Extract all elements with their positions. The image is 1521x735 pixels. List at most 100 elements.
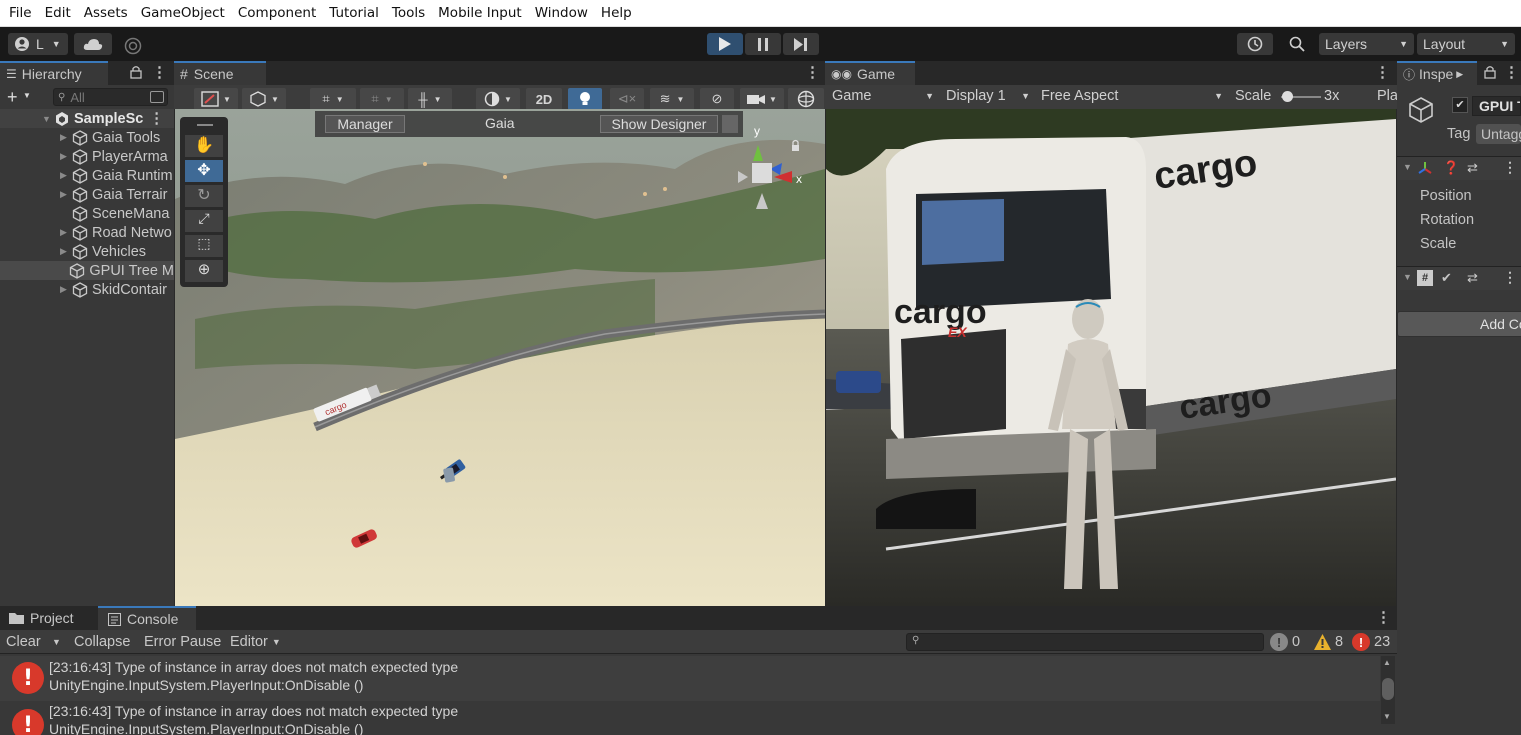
rect-tool-icon[interactable]: ⬚ (185, 235, 223, 257)
shading-mode-button[interactable]: ▼ (476, 88, 520, 110)
pause-button[interactable] (745, 33, 781, 55)
scene-root-row[interactable]: ▼ SampleSc ⋮ (0, 109, 174, 128)
expand-arrow-icon[interactable]: ▶ (60, 284, 70, 295)
object-name-field[interactable]: GPUI T (1472, 96, 1521, 116)
hierarchy-item[interactable]: ▶ Gaia Tools (0, 128, 174, 147)
grid-snap-button[interactable]: ⌗ ▼ (310, 88, 356, 110)
account-dropdown[interactable]: L ▼ (8, 33, 68, 55)
component-header[interactable]: ▼ # ✔ ⇄ ⋮ (1397, 266, 1521, 290)
menu-window[interactable]: Window (528, 0, 594, 27)
effects-button[interactable]: ≋ ▼ (650, 88, 694, 110)
collapse-arrow-icon[interactable]: ▼ (1403, 162, 1412, 172)
layers-dropdown[interactable]: Layers ▼ (1319, 33, 1414, 55)
collapse-toggle[interactable]: Collapse (74, 630, 130, 654)
camera-button[interactable]: ▼ (740, 88, 784, 110)
tab-game[interactable]: ◉◉ Game (825, 61, 915, 85)
console-search-input[interactable]: ⚲ (906, 633, 1264, 651)
expand-arrow-icon[interactable]: ▶ (60, 151, 70, 162)
hierarchy-item[interactable]: ▶ Vehicles (0, 242, 174, 261)
gizmos-button[interactable] (788, 88, 824, 110)
move-tool-icon[interactable]: ✥ (185, 160, 223, 182)
console-scrollbar[interactable]: ▲ ▼ (1381, 656, 1395, 724)
menu-edit[interactable]: Edit (38, 0, 77, 27)
step-button[interactable] (783, 33, 819, 55)
menu-tutorial[interactable]: Tutorial (322, 0, 385, 27)
more-options-icon[interactable]: ⋮ (1375, 63, 1390, 81)
scroll-up-icon[interactable]: ▲ (1383, 658, 1391, 667)
tab-project[interactable]: Project (0, 606, 98, 630)
hierarchy-item[interactable]: ▶ Gaia Terrair (0, 185, 174, 204)
expand-arrow-icon[interactable]: ▼ (42, 114, 52, 124)
menu-component[interactable]: Component (231, 0, 322, 27)
preset-icon[interactable]: ⇄ (1467, 160, 1478, 176)
hierarchy-search-input[interactable]: ⚲ All (53, 88, 168, 106)
collab-icon[interactable] (124, 37, 142, 55)
scrollbar-thumb[interactable] (1382, 678, 1394, 700)
hierarchy-item[interactable]: ▶ Gaia Runtim (0, 166, 174, 185)
preset-icon[interactable]: ⇄ (1467, 270, 1478, 286)
hierarchy-item[interactable]: ▶ PlayerArma (0, 147, 174, 166)
console-entry[interactable]: ! [23:16:43] Type of instance in array d… (0, 656, 1380, 701)
search-button[interactable] (1279, 33, 1315, 55)
expand-arrow-icon[interactable]: ▶ (60, 189, 70, 200)
menu-help[interactable]: Help (594, 0, 638, 27)
collapse-arrow-icon[interactable]: ▼ (1403, 272, 1412, 282)
toggle-2d-button[interactable]: 2D (526, 88, 562, 110)
info-count-toggle[interactable]: ! 0 (1270, 630, 1300, 654)
gaia-manager-button[interactable]: Manager (325, 115, 405, 133)
expand-arrow-icon[interactable]: ▶ (60, 246, 70, 257)
layout-dropdown[interactable]: Layout ▼ (1417, 33, 1515, 55)
more-options-icon[interactable]: ⋮ (1504, 63, 1519, 81)
hierarchy-item[interactable]: ▶ Road Netwo (0, 223, 174, 242)
scene-viewport[interactable]: cargo Manager Gaia Show Designer ✋ ✥ ↻ ⤢… (175, 109, 825, 606)
tab-hierarchy[interactable]: ☰ Hierarchy (0, 61, 108, 85)
tab-inspector[interactable]: ⓘ Inspe ▶ (1397, 61, 1477, 85)
hierarchy-item[interactable]: GPUI Tree M (0, 261, 174, 280)
increment-snap-button[interactable]: ⌗ ▼ (360, 88, 404, 110)
scroll-down-icon[interactable]: ▼ (1383, 712, 1391, 721)
active-checkbox[interactable]: ✔ (1452, 97, 1468, 113)
scale-tool-icon[interactable]: ⤢ (185, 210, 223, 232)
hand-tool-icon[interactable]: ✋ (185, 135, 223, 157)
ruler-button[interactable]: ╫ ▼ (408, 88, 452, 110)
lock-icon[interactable] (1484, 65, 1496, 79)
show-designer-button[interactable]: Show Designer (600, 115, 718, 133)
help-icon[interactable]: ❓ (1443, 160, 1459, 176)
filter-icon[interactable] (150, 91, 164, 103)
error-pause-toggle[interactable]: Error Pause (144, 630, 221, 654)
game-viewport[interactable]: cargo EX cargo cargo (826, 109, 1396, 606)
more-options-icon[interactable]: ⋮ (152, 63, 167, 81)
lighting-toggle[interactable] (568, 88, 602, 110)
tag-dropdown[interactable]: Untagged (1476, 124, 1521, 144)
visibility-toggle[interactable]: ⊘ (700, 88, 734, 110)
expand-arrow-icon[interactable]: ▶ (60, 132, 70, 143)
expand-arrow-icon[interactable]: ▶ (60, 170, 70, 181)
aspect-select[interactable]: Free Aspect ▼ (1041, 88, 1223, 104)
more-options-icon[interactable]: ⋮ (1503, 269, 1517, 286)
enabled-checkbox-icon[interactable]: ✔ (1441, 270, 1452, 286)
hierarchy-item[interactable]: ▶ SkidContair (0, 280, 174, 299)
more-options-icon[interactable]: ⋮ (805, 63, 820, 81)
play-button[interactable] (707, 33, 743, 55)
scale-slider-thumb[interactable] (1282, 91, 1293, 102)
transform-tool-icon[interactable]: ⊕ (185, 260, 223, 282)
tab-scene[interactable]: # Scene (174, 61, 266, 85)
cloud-button[interactable] (74, 33, 112, 55)
rotate-tool-icon[interactable]: ↻ (185, 185, 223, 207)
clear-button[interactable]: Clear (6, 630, 41, 654)
chevron-down-icon[interactable]: ▼ (23, 91, 31, 100)
warning-count-toggle[interactable]: 8 (1314, 630, 1343, 654)
draw-mode-button[interactable]: ▼ (194, 88, 238, 110)
expand-arrow-icon[interactable]: ▶ (60, 227, 70, 238)
more-options-icon[interactable]: ⋮ (149, 111, 164, 127)
menu-file[interactable]: File (2, 0, 38, 27)
add-component-button[interactable]: Add Component (1397, 311, 1521, 337)
play-mode-label[interactable]: Pla (1377, 88, 1398, 104)
orientation-gizmo[interactable]: y x (730, 123, 810, 211)
error-count-toggle[interactable]: ! 23 (1352, 630, 1390, 654)
chevron-right-icon[interactable]: ▶ (1456, 69, 1463, 80)
more-options-icon[interactable]: ⋮ (1503, 159, 1517, 176)
menu-assets[interactable]: Assets (77, 0, 134, 27)
audio-toggle[interactable]: ⊲× (610, 88, 644, 110)
editor-dropdown[interactable]: Editor ▼ (230, 630, 281, 654)
